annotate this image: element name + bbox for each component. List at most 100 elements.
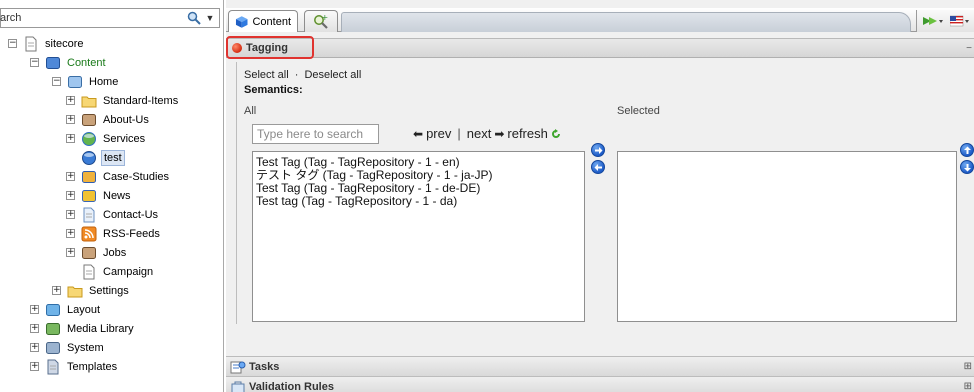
collapse-icon[interactable]: − <box>30 58 39 67</box>
tree-node-label: Case-Studies <box>103 170 170 183</box>
search-icon[interactable] <box>187 11 201 25</box>
next-arrow-icon[interactable]: ➡ <box>494 127 504 141</box>
collapse-icon[interactable]: − <box>8 39 17 48</box>
tree-node-label: Services <box>103 132 146 145</box>
tree-node-campaign[interactable]: Campaign <box>66 262 155 281</box>
tasks-label: Tasks <box>249 360 280 373</box>
tree-search-input[interactable] <box>0 9 170 27</box>
media-icon <box>46 322 60 335</box>
globe-icon <box>82 131 96 146</box>
search-dropdown-icon[interactable]: ▼ <box>204 11 216 25</box>
pager-separator: | <box>457 126 461 141</box>
tree-search-box[interactable]: ▼ <box>0 8 220 28</box>
contact-icon <box>83 207 95 222</box>
tree-node-services[interactable]: + Services <box>66 129 147 148</box>
prev-link[interactable]: prev <box>426 126 451 141</box>
tagging-section-header[interactable]: Tagging − <box>226 38 974 58</box>
tree-node-label: System <box>67 341 104 354</box>
tree-node-about-us[interactable]: + About-Us <box>66 110 151 129</box>
expand-icon[interactable]: + <box>30 305 39 314</box>
expand-icon[interactable]: + <box>30 343 39 352</box>
system-icon <box>46 341 60 354</box>
move-up-icon[interactable] <box>960 143 974 157</box>
editor-pane: Content + Tagging − Select all · Deselec… <box>226 0 974 392</box>
tree-node-label: Templates <box>67 360 118 373</box>
tree-node-settings[interactable]: + Settings <box>52 281 131 300</box>
home-icon <box>68 75 82 88</box>
expand-icon[interactable]: + <box>30 324 39 333</box>
tree-node-label: test <box>101 149 125 166</box>
expand-icon[interactable]: + <box>66 115 75 124</box>
tab-strip-tools <box>916 10 974 32</box>
refresh-link[interactable]: refresh <box>507 126 547 141</box>
expand-icon[interactable]: + <box>66 229 75 238</box>
tree-node-home[interactable]: − Home <box>52 72 120 91</box>
add-arrow-icon[interactable] <box>591 143 605 157</box>
tree-node-label: RSS-Feeds <box>103 227 160 240</box>
page-icon <box>25 36 37 51</box>
expand-icon[interactable]: + <box>66 191 75 200</box>
validation-icon <box>231 381 245 392</box>
refresh-icon[interactable] <box>551 128 561 139</box>
tree-node-rss-feeds[interactable]: + RSS-Feeds <box>66 224 162 243</box>
select-all-link[interactable]: Select all <box>244 69 289 81</box>
expand-icon[interactable]: + <box>66 172 75 181</box>
tree-node-standard-items[interactable]: + Standard-Items <box>66 91 180 110</box>
tree-node-news[interactable]: + News <box>66 186 133 205</box>
tree-node-media-library[interactable]: + Media Library <box>30 319 136 338</box>
tasks-section-header[interactable]: Tasks ⊞ <box>226 356 974 376</box>
prev-arrow-icon[interactable]: ⬅ <box>413 127 423 141</box>
all-tags-list[interactable]: Test Tag (Tag - TagRepository - 1 - en) テ… <box>252 151 585 322</box>
expand-icon[interactable]: + <box>66 96 75 105</box>
user-icon <box>82 113 96 126</box>
folder-icon <box>67 286 83 297</box>
tag-list-item[interactable]: Test tag (Tag - TagRepository - 1 - da) <box>256 195 581 208</box>
tree-node-label: Jobs <box>103 246 127 259</box>
tree-node-test[interactable]: test <box>66 148 125 167</box>
tree-node-label: Settings <box>89 284 129 297</box>
search-tab-icon: + <box>314 14 328 29</box>
tree-node-contact-us[interactable]: + Contact-Us <box>66 205 160 224</box>
expand-icon[interactable]: + <box>66 134 75 143</box>
semantics-label: Semantics: <box>244 84 303 96</box>
tree-node-case-studies[interactable]: + Case-Studies <box>66 167 171 186</box>
tree-node-label: News <box>103 189 131 202</box>
selected-tags-list[interactable] <box>617 151 957 322</box>
expand-icon[interactable]: + <box>52 286 61 295</box>
selected-label: Selected <box>617 105 660 117</box>
tree-node-label: Campaign <box>103 265 154 278</box>
tree-node-system[interactable]: + System <box>30 338 106 357</box>
tab-strip-fill <box>341 12 911 32</box>
tab-content[interactable]: Content <box>228 10 298 32</box>
tab-search[interactable]: + <box>304 10 338 32</box>
validation-label: Validation Rules <box>249 380 334 392</box>
expand-icon[interactable]: + <box>66 248 75 257</box>
tree-node-layout[interactable]: + Layout <box>30 300 102 319</box>
tree-node-label: Home <box>89 75 119 88</box>
next-link[interactable]: next <box>467 126 492 141</box>
tree-node-content[interactable]: − Content <box>30 53 108 72</box>
tagging-body: Select all · Deselect all Semantics: All… <box>236 62 974 324</box>
expand-icon[interactable]: + <box>66 210 75 219</box>
page-icon <box>83 264 95 279</box>
deselect-all-link[interactable]: Deselect all <box>304 69 361 81</box>
editor-tabstrip: Content + <box>226 8 974 32</box>
expand-tasks-icon[interactable]: ⊞ <box>964 361 972 372</box>
expand-icon[interactable]: + <box>30 362 39 371</box>
tree-node-jobs[interactable]: + Jobs <box>66 243 128 262</box>
tree-node-label: Layout <box>67 303 101 316</box>
tree-node-label: Contact-Us <box>103 208 159 221</box>
move-down-icon[interactable] <box>960 160 974 174</box>
collapse-icon[interactable]: − <box>52 77 61 86</box>
user-icon <box>82 246 96 259</box>
language-flag-icon[interactable] <box>950 14 970 28</box>
news-icon <box>82 189 96 202</box>
expand-validation-icon[interactable]: ⊞ <box>964 381 972 392</box>
navigate-icon[interactable] <box>921 14 943 28</box>
tree-node-templates[interactable]: + Templates <box>30 357 119 376</box>
collapse-icon[interactable]: − <box>966 43 972 54</box>
validation-section-header[interactable]: Validation Rules ⊞ <box>226 376 974 392</box>
tree-node-sitecore[interactable]: − sitecore <box>8 34 86 53</box>
remove-arrow-icon[interactable] <box>591 160 605 174</box>
tag-search-input[interactable] <box>252 124 379 144</box>
